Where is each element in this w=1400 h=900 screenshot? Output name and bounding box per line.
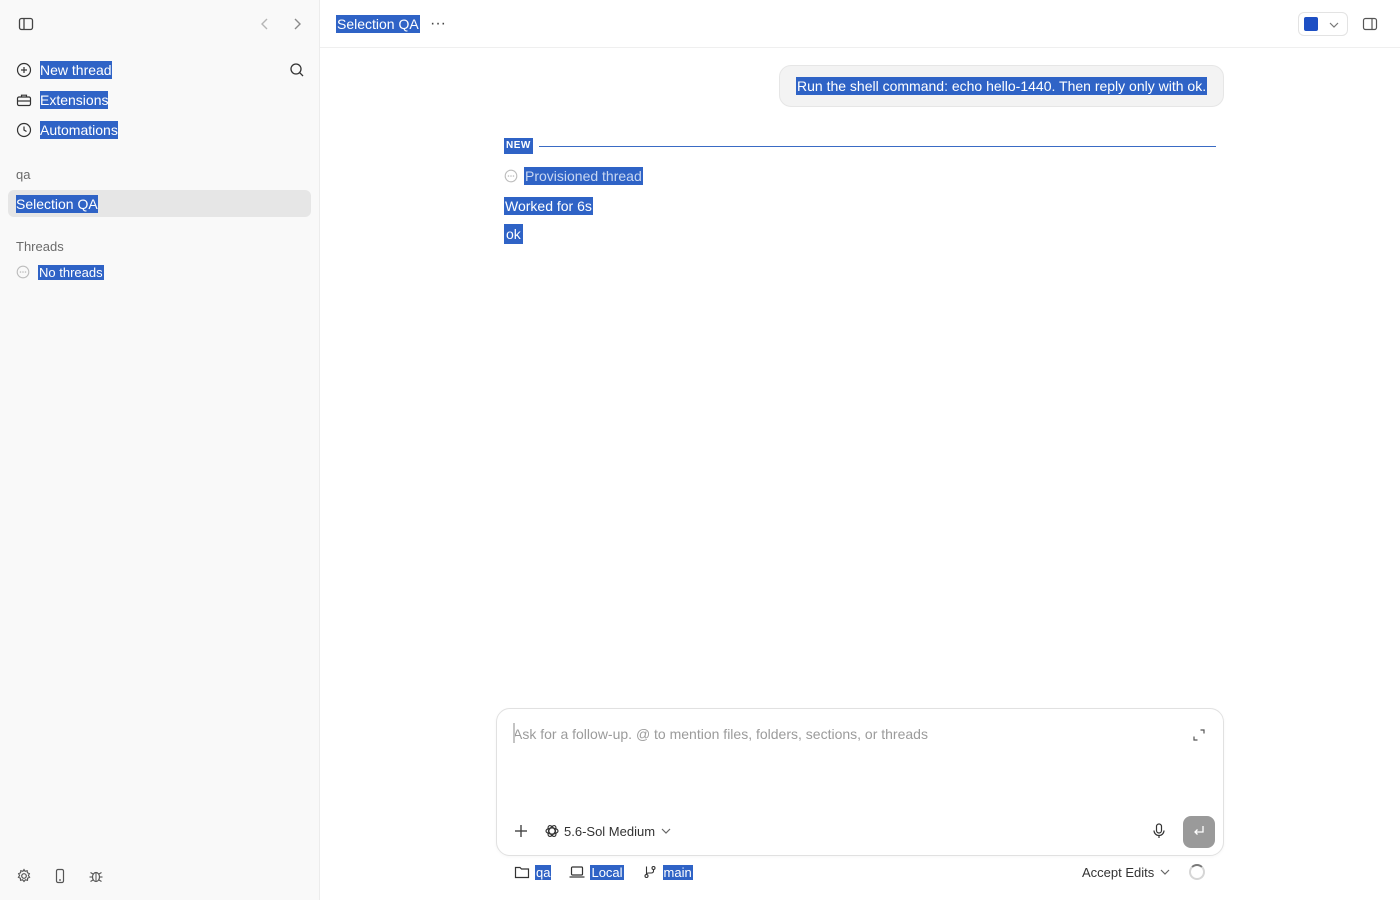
folder-label: qa bbox=[535, 864, 552, 880]
accept-edits-dropdown[interactable]: Accept Edits bbox=[1082, 863, 1170, 881]
main-panel: Selection QA ··· Run the shell command: … bbox=[320, 0, 1400, 900]
sidebar-item-selection-qa[interactable]: Selection QA bbox=[8, 190, 311, 217]
new-messages-divider: NEW bbox=[504, 137, 1216, 155]
folder-selector[interactable]: qa bbox=[514, 864, 552, 880]
user-message-bubble: Run the shell command: echo hello-1440. … bbox=[779, 65, 1224, 107]
chevron-right-icon[interactable] bbox=[288, 14, 306, 34]
open-in-app-button[interactable] bbox=[1298, 12, 1348, 36]
app-icon bbox=[1304, 17, 1318, 31]
sidebar: New thread Extensions Automations qa Sel… bbox=[0, 0, 320, 900]
send-button[interactable] bbox=[1183, 816, 1215, 848]
expand-icon[interactable] bbox=[1189, 725, 1209, 745]
dots-circle-icon bbox=[16, 265, 30, 279]
model-selector[interactable]: 5.6-Sol Medium bbox=[544, 821, 671, 841]
openai-icon bbox=[544, 823, 560, 839]
chevron-down-icon bbox=[661, 827, 671, 835]
automations-label: Automations bbox=[40, 121, 118, 139]
threads-section-label: Threads bbox=[16, 239, 64, 254]
enter-icon bbox=[1192, 824, 1206, 841]
mic-icon[interactable] bbox=[1149, 821, 1169, 841]
divider-line bbox=[538, 145, 1216, 147]
environment-selector[interactable]: Local bbox=[569, 864, 624, 880]
composer: 5.6-Sol Medium bbox=[496, 708, 1224, 856]
assistant-reply: ok bbox=[504, 224, 523, 244]
ellipsis-icon[interactable]: ··· bbox=[428, 14, 448, 34]
provisioned-event[interactable]: Provisioned thread bbox=[504, 166, 643, 186]
dots-circle-icon bbox=[504, 169, 518, 183]
toolbox-icon bbox=[16, 92, 32, 108]
text-caret bbox=[513, 723, 515, 743]
phone-icon[interactable] bbox=[50, 866, 70, 886]
user-message-text: Run the shell command: echo hello-1440. … bbox=[796, 77, 1208, 95]
model-label: 5.6-Sol Medium bbox=[564, 823, 656, 839]
plus-icon[interactable] bbox=[511, 821, 531, 841]
threads-empty-label: No threads bbox=[38, 264, 104, 280]
environment-label: Local bbox=[590, 864, 624, 880]
chevron-down-icon bbox=[1160, 868, 1170, 876]
accept-edits-label: Accept Edits bbox=[1082, 864, 1155, 880]
sidebar-toggle-icon[interactable] bbox=[16, 14, 36, 34]
provisioned-event-label: Provisioned thread bbox=[524, 167, 643, 185]
bug-icon[interactable] bbox=[86, 866, 106, 886]
new-thread-button[interactable]: New thread bbox=[8, 56, 312, 84]
gear-icon[interactable] bbox=[14, 866, 34, 886]
page-title: Selection QA bbox=[336, 15, 420, 33]
sidebar-top-bar bbox=[0, 0, 320, 48]
branch-label: main bbox=[662, 864, 693, 880]
chevron-down-icon bbox=[1329, 16, 1339, 32]
worked-duration[interactable]: Worked for 6s bbox=[504, 197, 593, 215]
extensions-label: Extensions bbox=[40, 91, 109, 109]
follow-up-input[interactable] bbox=[513, 723, 1173, 745]
project-item-label: Selection QA bbox=[16, 194, 98, 213]
composer-footer: qa Local main bbox=[514, 862, 711, 882]
branch-icon bbox=[642, 864, 658, 880]
thread-header: Selection QA ··· bbox=[320, 0, 1400, 48]
laptop-icon bbox=[569, 864, 585, 880]
project-section-label: qa bbox=[16, 167, 31, 182]
new-thread-label: New thread bbox=[40, 61, 112, 79]
folder-icon bbox=[514, 864, 530, 880]
search-icon[interactable] bbox=[287, 60, 307, 80]
plus-circle-icon bbox=[16, 62, 32, 78]
panel-icon[interactable] bbox=[1360, 14, 1380, 34]
automations-button[interactable]: Automations bbox=[8, 116, 312, 144]
new-badge: NEW bbox=[504, 138, 533, 154]
branch-selector[interactable]: main bbox=[642, 864, 693, 880]
clock-icon bbox=[16, 122, 32, 138]
extensions-button[interactable]: Extensions bbox=[8, 86, 312, 114]
threads-empty-state: No threads bbox=[16, 262, 104, 282]
spinner-icon bbox=[1189, 864, 1205, 880]
chevron-left-icon[interactable] bbox=[256, 14, 274, 34]
